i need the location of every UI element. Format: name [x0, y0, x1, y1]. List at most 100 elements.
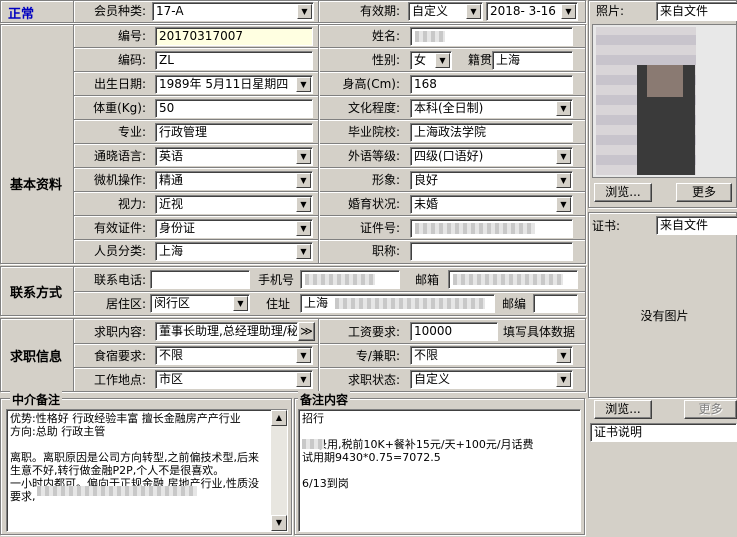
certificate-more-button[interactable]: 更多 [684, 400, 737, 419]
title-field[interactable] [410, 242, 573, 261]
weight-label: 体重(Kg): [93, 101, 146, 115]
photo-label: 照片: [596, 4, 625, 18]
validity-label: 有效期: [359, 4, 400, 18]
row-divider [74, 119, 318, 121]
marital-select[interactable]: 未婚 ▼ [410, 195, 573, 214]
email-field[interactable] [448, 270, 578, 289]
education-select[interactable]: 本科(全日制) ▼ [410, 99, 573, 118]
chevron-down-icon[interactable]: ▼ [296, 372, 311, 387]
scroll-down-icon[interactable]: ▼ [271, 515, 287, 531]
notes-memo[interactable]: 招行 录用,税前10K+餐补15元/天+100元/月话费 试用期9430*0.7… [298, 409, 581, 532]
mobile-field[interactable] [300, 270, 400, 289]
height-field[interactable]: 168 [410, 75, 573, 94]
row-divider [74, 291, 585, 293]
divider [73, 1, 75, 22]
photo-more-button[interactable]: 更多 [676, 183, 732, 202]
chevron-down-icon[interactable]: ▼ [435, 53, 450, 68]
school-field[interactable]: 上海政法学院 [410, 123, 573, 142]
certificate-label: 证书: [592, 219, 621, 233]
height-label: 身高(Cm): [342, 77, 400, 91]
mobile-label: 手机号 [258, 273, 295, 287]
row-divider [320, 119, 585, 121]
image-select[interactable]: 良好 ▼ [410, 171, 573, 190]
phone-field[interactable] [150, 270, 250, 289]
member-type-select[interactable]: 17-A ▼ [152, 2, 314, 21]
redacted-mobile [305, 274, 375, 285]
chevron-down-icon[interactable]: ▼ [556, 348, 571, 363]
agent-notes-scrollbar[interactable]: ▲ ▼ [271, 410, 287, 531]
photo-source-select[interactable]: 来自文件 [656, 2, 737, 21]
id-number-field[interactable] [410, 219, 573, 238]
major-field[interactable]: 行政管理 [155, 123, 313, 142]
major-label: 专业: [117, 125, 146, 139]
certificate-desc-field[interactable]: 证书说明 [590, 423, 737, 442]
chevron-down-icon[interactable]: ▼ [296, 348, 311, 363]
name-field[interactable] [410, 27, 573, 46]
salary-field[interactable]: 10000 [410, 322, 498, 341]
parttime-select[interactable]: 不限 ▼ [410, 346, 573, 365]
education-label: 文化程度: [347, 101, 400, 115]
phone-label: 联系电话: [93, 273, 146, 287]
work-location-select[interactable]: 市区 ▼ [155, 370, 313, 389]
chevron-down-icon[interactable]: ▼ [556, 197, 571, 212]
weight-field[interactable]: 50 [155, 99, 313, 118]
certificate-browse-button[interactable]: 浏览... [594, 400, 652, 419]
job-content-expand-button[interactable]: ≫ [298, 322, 315, 341]
postcode-field[interactable] [533, 294, 578, 313]
code-field[interactable]: 20170317007 [155, 27, 313, 46]
row-divider [74, 239, 318, 241]
district-select[interactable]: 闵行区 ▼ [150, 294, 250, 313]
category-select[interactable]: 上海 ▼ [155, 242, 313, 261]
district-label: 居住区: [105, 297, 146, 311]
chevron-down-icon[interactable]: ▼ [466, 4, 481, 19]
chevron-down-icon[interactable]: ▼ [561, 4, 576, 19]
birth-date-picker[interactable]: 1989年 5月11日星期四 ▼ [155, 75, 313, 94]
job-content-field[interactable]: 董事长助理,总经理助理/秘 [155, 322, 298, 341]
housing-select[interactable]: 不限 ▼ [155, 346, 313, 365]
work-location-label: 工作地点: [93, 373, 146, 387]
id-type-select[interactable]: 身份证 ▼ [155, 219, 313, 238]
validity-date-picker[interactable]: 2018- 3-16 ▼ [486, 2, 578, 21]
salary-label: 工资要求: [347, 325, 400, 339]
job-status-select[interactable]: 自定义 ▼ [410, 370, 573, 389]
computer-select[interactable]: 精通 ▼ [155, 171, 313, 190]
scroll-up-icon[interactable]: ▲ [271, 410, 287, 426]
short-code-field[interactable]: ZL [155, 51, 313, 70]
code-label: 编号: [117, 29, 146, 43]
language-select[interactable]: 英语 ▼ [155, 147, 313, 166]
row-divider [320, 95, 585, 97]
agent-notes-memo[interactable]: 优势:性格好 行政经验丰富 擅长金融房产产行业 方向:总助 行政主管 离职。离职… [6, 409, 288, 532]
chevron-down-icon[interactable]: ▼ [296, 221, 311, 236]
status-badge: 正常 [8, 7, 35, 22]
chevron-down-icon[interactable]: ▼ [556, 372, 571, 387]
row-divider [320, 143, 585, 145]
chevron-down-icon[interactable]: ▼ [296, 197, 311, 212]
row-divider [320, 367, 585, 369]
chevron-down-icon[interactable]: ▼ [556, 101, 571, 116]
gender-select[interactable]: 女 ▼ [410, 51, 452, 70]
chevron-down-icon[interactable]: ▼ [296, 149, 311, 164]
certificate-source-select[interactable]: 来自文件 [656, 216, 737, 235]
address-field[interactable]: 上海 [300, 294, 495, 313]
row-divider [74, 71, 318, 73]
chevron-down-icon[interactable]: ▼ [556, 173, 571, 188]
chevron-down-icon[interactable]: ▼ [296, 244, 311, 259]
school-label: 毕业院校: [347, 125, 400, 139]
validity-mode-select[interactable]: 自定义 ▼ [408, 2, 483, 21]
row-divider [74, 215, 318, 217]
foreign-level-select[interactable]: 四级(口语好) ▼ [410, 147, 573, 166]
vision-select[interactable]: 近视 ▼ [155, 195, 313, 214]
chevron-down-icon[interactable]: ▼ [233, 296, 248, 311]
chevron-down-icon[interactable]: ▼ [296, 77, 311, 92]
chevron-down-icon[interactable]: ▼ [297, 4, 312, 19]
chevron-down-icon[interactable]: ▼ [296, 173, 311, 188]
divider [73, 319, 75, 391]
photo-browse-button[interactable]: 浏览... [594, 183, 652, 202]
email-label: 邮箱 [415, 273, 440, 287]
image-label: 形象: [371, 173, 400, 187]
short-code-label: 编码: [117, 53, 146, 67]
agent-notes-title: 中介备注 [10, 391, 63, 408]
row-divider [320, 239, 585, 241]
native-field[interactable]: 上海 [492, 51, 573, 70]
chevron-down-icon[interactable]: ▼ [556, 149, 571, 164]
